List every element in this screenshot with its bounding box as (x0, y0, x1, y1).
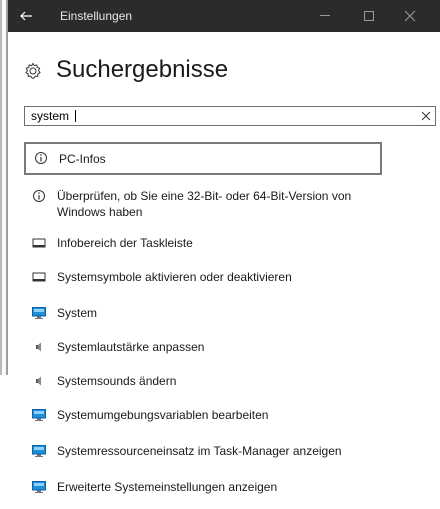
monitor-icon (32, 445, 46, 457)
background-window-edge (0, 0, 8, 375)
result-item-systemsounds[interactable]: Systemsounds ändern (24, 373, 382, 391)
settings-window: Einstellungen Suchergebnisse system PC-I… (8, 0, 440, 509)
result-label: Systemumgebungsvariablen bearbeiten (57, 408, 269, 422)
result-item-system[interactable]: System (24, 305, 382, 323)
result-item-systemlautstaerke[interactable]: Systemlautstärke anpassen (24, 339, 382, 357)
result-label: Erweiterte Systemeinstellungen anzeigen (57, 480, 278, 494)
page-title: Suchergebnisse (56, 56, 229, 83)
result-label: System (57, 306, 98, 320)
result-label: Systemlautstärke anpassen (57, 340, 205, 354)
result-item-umgebungsvariablen[interactable]: Systemumgebungsvariablen bearbeiten (24, 407, 382, 425)
monitor-icon (32, 409, 46, 421)
result-label: Systemressourceneinsatz im Task-Manager … (57, 444, 342, 458)
taskbar-icon (32, 238, 46, 248)
window-title: Einstellungen (60, 9, 133, 23)
result-label: Systemsymbole aktivieren oder deaktivier… (57, 270, 292, 284)
search-box[interactable] (24, 106, 436, 126)
monitor-icon (32, 481, 46, 493)
result-item-erweiterte-einstellungen[interactable]: Erweiterte Systemeinstellungen anzeigen (24, 479, 382, 497)
taskbar-icon (32, 272, 46, 282)
result-item-infobereich[interactable]: Infobereich der Taskleiste (24, 235, 382, 253)
text-caret (75, 110, 76, 122)
page-header: Suchergebnisse (8, 52, 440, 92)
close-button[interactable] (404, 10, 416, 22)
result-label: Systemsounds ändern (57, 374, 177, 388)
result-item-bit-version[interactable]: Überprüfen, ob Sie eine 32-Bit- oder 64-… (24, 188, 382, 222)
title-bar: Einstellungen (8, 0, 440, 32)
minimize-button[interactable] (320, 15, 330, 16)
gear-icon (25, 62, 41, 79)
back-arrow-icon[interactable] (18, 8, 34, 24)
speaker-icon (36, 342, 41, 352)
speaker-icon (36, 376, 41, 386)
monitor-icon (32, 307, 46, 319)
result-item-systemsymbole[interactable]: Systemsymbole aktivieren oder deaktivier… (24, 269, 382, 287)
maximize-button[interactable] (364, 11, 374, 21)
result-label: Infobereich der Taskleiste (57, 236, 193, 250)
info-icon (33, 190, 45, 202)
result-item-pc-infos[interactable]: PC-Infos (24, 142, 382, 175)
clear-search-icon[interactable] (421, 111, 431, 121)
search-input[interactable] (31, 108, 391, 124)
result-label: PC-Infos (59, 152, 106, 166)
result-item-task-manager[interactable]: Systemressourceneinsatz im Task-Manager … (24, 443, 382, 461)
result-label: Überprüfen, ob Sie eine 32-Bit- oder 64-… (57, 189, 352, 219)
info-icon (35, 152, 47, 164)
